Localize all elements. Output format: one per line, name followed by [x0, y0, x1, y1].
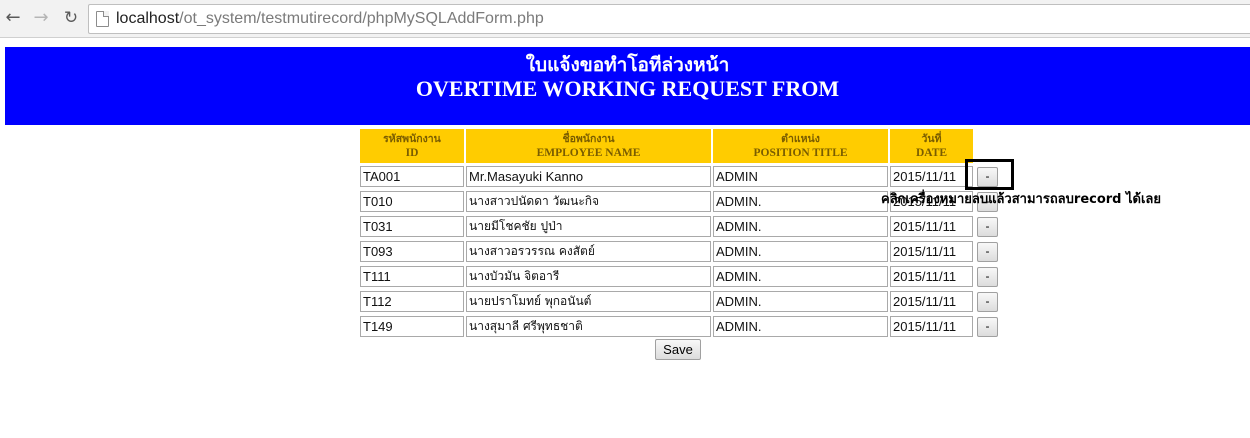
employee-name-input[interactable]: นางสุมาลี ศรีพุทธชาติ [466, 316, 711, 337]
delete-row-button[interactable]: - [977, 241, 998, 262]
table-row: T111 นางบัวมัน จิตอารี ADMIN. 2015/11/11… [360, 265, 999, 288]
position-title-input[interactable]: ADMIN. [713, 316, 888, 337]
position-title-input[interactable]: ADMIN. [713, 241, 888, 262]
url-path: /ot_system/testmutirecord/phpMySQLAddFor… [179, 10, 544, 27]
employee-name-input[interactable]: นางบัวมัน จิตอารี [466, 266, 711, 287]
page-icon [96, 11, 109, 27]
employee-id-input[interactable]: T093 [360, 241, 464, 262]
employee-id-input[interactable]: T149 [360, 316, 464, 337]
table-row: T149 นางสุมาลี ศรีพุทธชาติ ADMIN. 2015/1… [360, 315, 999, 338]
delete-row-button[interactable]: - [977, 316, 998, 337]
form-banner: ใบแจ้งขอทำโอทีล่วงหน้า OVERTIME WORKING … [5, 47, 1250, 125]
header-employee-name: ชื่อพนักงาน EMPLOYEE NAME [466, 129, 711, 163]
address-bar[interactable]: localhost/ot_system/testmutirecord/phpMy… [88, 4, 1250, 34]
table-header-row: รหัสพนักงาน ID ชื่อพนักงาน EMPLOYEE NAME ต… [360, 129, 999, 163]
table-row: T031 นายมีโชคชัย ปูป่า ADMIN. 2015/11/11… [360, 215, 999, 238]
date-input[interactable]: 2015/11/11 [890, 266, 973, 287]
delete-row-button[interactable]: - [977, 266, 998, 287]
date-input[interactable]: 2015/11/11 [890, 316, 973, 337]
table-row: TA001 Mr.Masayuki Kanno ADMIN 2015/11/11… [360, 165, 999, 188]
reload-icon[interactable]: ↻ [60, 7, 82, 29]
banner-title-english: OVERTIME WORKING REQUEST FROM [415, 76, 840, 101]
date-input[interactable]: 2015/11/11 [890, 216, 973, 237]
employee-name-input[interactable]: Mr.Masayuki Kanno [466, 166, 711, 187]
employee-id-input[interactable]: T112 [360, 291, 464, 312]
date-input[interactable]: 2015/11/11 [890, 241, 973, 262]
back-arrow-icon[interactable]: ← [2, 7, 24, 29]
position-title-input[interactable]: ADMIN. [713, 266, 888, 287]
employee-id-input[interactable]: T111 [360, 266, 464, 287]
employee-name-input[interactable]: นายมีโชคชัย ปูป่า [466, 216, 711, 237]
delete-row-button[interactable]: - [977, 291, 998, 312]
date-input[interactable]: 2015/11/11 [890, 291, 973, 312]
employee-id-input[interactable]: T031 [360, 216, 464, 237]
url-host: localhost [116, 10, 180, 27]
position-title-input[interactable]: ADMIN. [713, 216, 888, 237]
header-id: รหัสพนักงาน ID [360, 129, 464, 163]
overtime-request-table: รหัสพนักงาน ID ชื่อพนักงาน EMPLOYEE NAME ต… [358, 127, 1001, 340]
employee-id-input[interactable]: T010 [360, 191, 464, 212]
position-title-input[interactable]: ADMIN. [713, 291, 888, 312]
browser-toolbar: ← → ↻ localhost/ot_system/testmutirecord… [0, 0, 1250, 38]
annotation-text: คลิกเครื่องหมายลบแล้วสามารถลบrecord ได้เ… [881, 192, 1162, 207]
position-title-input[interactable]: ADMIN [713, 166, 888, 187]
date-input[interactable]: 2015/11/11 [890, 166, 973, 187]
forward-arrow-icon[interactable]: → [30, 7, 52, 29]
annotation-highlight-box [965, 159, 1014, 190]
table-row: T112 นายปราโมทย์ พุกอนันต์ ADMIN. 2015/1… [360, 290, 999, 313]
table-row: T093 นางสาวอรวรรณ คงสัตย์ ADMIN. 2015/11… [360, 240, 999, 263]
delete-row-button[interactable]: - [977, 216, 998, 237]
employee-name-input[interactable]: นางสาวปนัดดา วัฒนะกิจ [466, 191, 711, 212]
position-title-input[interactable]: ADMIN. [713, 191, 888, 212]
header-position-title: ตำแหน่ง POSITION TITLE [713, 129, 888, 163]
employee-name-input[interactable]: นายปราโมทย์ พุกอนันต์ [466, 291, 711, 312]
url-text[interactable]: localhost/ot_system/testmutirecord/phpMy… [116, 10, 544, 28]
employee-id-input[interactable]: TA001 [360, 166, 464, 187]
header-date: วันที่ DATE [890, 129, 973, 163]
employee-name-input[interactable]: นางสาวอรวรรณ คงสัตย์ [466, 241, 711, 262]
save-button[interactable]: Save [655, 339, 701, 360]
